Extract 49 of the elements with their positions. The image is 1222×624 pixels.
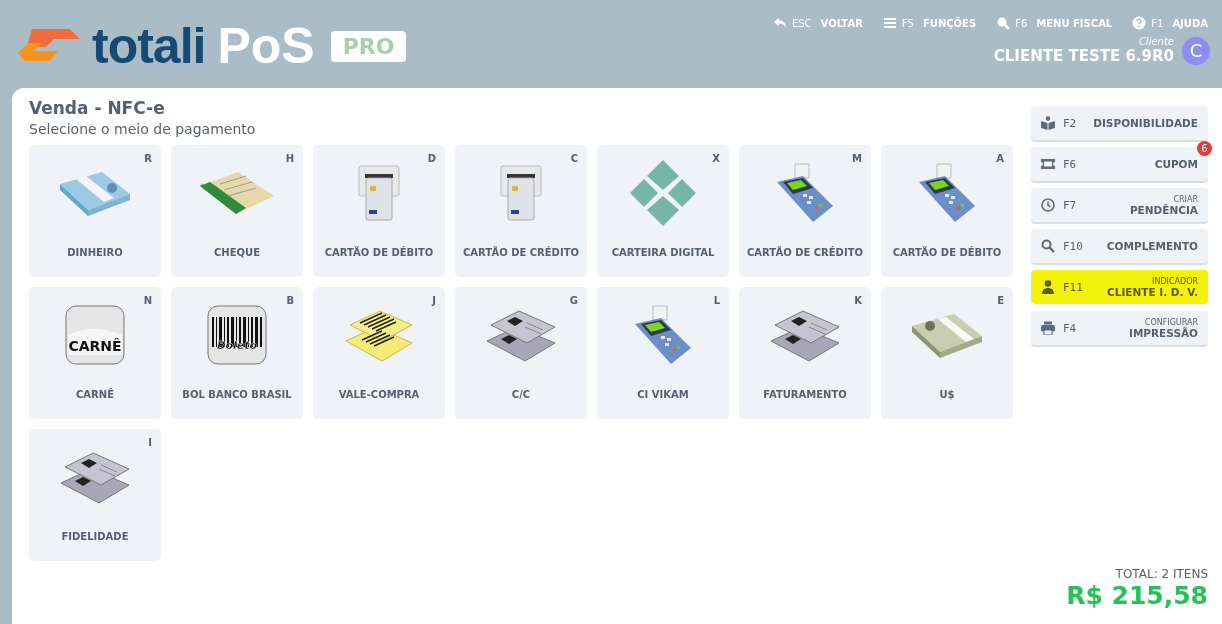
payment-method-tile[interactable]: G C/C: [455, 287, 587, 419]
person-icon: [1041, 280, 1055, 294]
page-subtitle: Selecione o meio de pagamento: [29, 121, 257, 137]
help-icon: [1132, 16, 1147, 30]
carne-icon-text: CARNÊ: [68, 338, 122, 354]
payment-method-tile[interactable]: X CARTEIRA DIGITAL: [597, 145, 729, 277]
ticket-icon: [1041, 157, 1055, 171]
client-name: CLIENTE TESTE 6.9R0: [993, 47, 1174, 65]
card-reader-icon: [357, 164, 401, 222]
menu-icon: [882, 16, 897, 30]
edition-badge: PRO: [330, 30, 407, 62]
payment-method-tile[interactable]: M CARTÃO DE CRÉDITO: [739, 145, 871, 277]
action-button[interactable]: F4 CONFIGURAR IMPRESSÃO: [1031, 311, 1208, 345]
printer-icon: [1041, 321, 1055, 335]
payment-method-tile[interactable]: R DINHEIRO: [29, 145, 161, 277]
payment-method-tile[interactable]: E U$: [881, 287, 1013, 419]
payment-method-tile[interactable]: D CARTÃO DE DÉBITO: [313, 145, 445, 277]
payment-method-tile[interactable]: I FIDELIDADE: [29, 429, 161, 561]
action-button[interactable]: F10 COMPLEMENTO: [1031, 229, 1208, 263]
boleto-icon-text: Boleto: [217, 339, 257, 352]
reader-icon: [1041, 116, 1055, 130]
logo-product: PoS: [217, 17, 315, 75]
chequebook-icon: [198, 170, 276, 216]
action-button[interactable]: F11 INDICADOR CLIENTE I. D. V.: [1031, 270, 1208, 304]
payment-method-tile[interactable]: B Boleto BOL BANCO BRASIL: [171, 287, 303, 419]
card-reader-icon: [499, 164, 543, 222]
total-items-label: TOTAL: 2 ITENS: [1115, 567, 1208, 581]
search-icon: [1041, 239, 1055, 253]
dollar-stack-icon: [910, 312, 984, 358]
total-amount: R$ 215,58: [1066, 581, 1208, 610]
payment-method-tile[interactable]: L CI VIKAM: [597, 287, 729, 419]
logo-wordmark: totali: [92, 17, 206, 75]
action-button[interactable]: F2 DISPONIBILIDADE: [1031, 106, 1208, 140]
banknote-stack-icon: [58, 170, 132, 216]
payment-method-tile[interactable]: C CARTÃO DE CRÉDITO: [455, 145, 587, 277]
payment-method-tile[interactable]: H CHEQUE: [171, 145, 303, 277]
action-button[interactable]: F7 CRIAR PENDÊNCIA: [1031, 188, 1208, 222]
payment-method-tile[interactable]: N CARNÊ CARNÊ: [29, 287, 161, 419]
clock-icon: [1041, 198, 1055, 212]
search-icon: [996, 16, 1011, 30]
client-caption: Cliente: [1138, 36, 1174, 47]
count-badge: 6: [1197, 141, 1212, 156]
client-avatar[interactable]: C: [1182, 36, 1210, 65]
payment-method-tile[interactable]: A CARTÃO DE DÉBITO: [881, 145, 1013, 277]
diamond-logo-icon: [628, 158, 698, 228]
payment-method-tile[interactable]: K FATURAMENTO: [739, 287, 871, 419]
back-arrow-icon: [772, 16, 787, 30]
payment-method-tile[interactable]: J VALE-COMPRA: [313, 287, 445, 419]
page-title: Venda - NFC-e: [29, 98, 166, 118]
